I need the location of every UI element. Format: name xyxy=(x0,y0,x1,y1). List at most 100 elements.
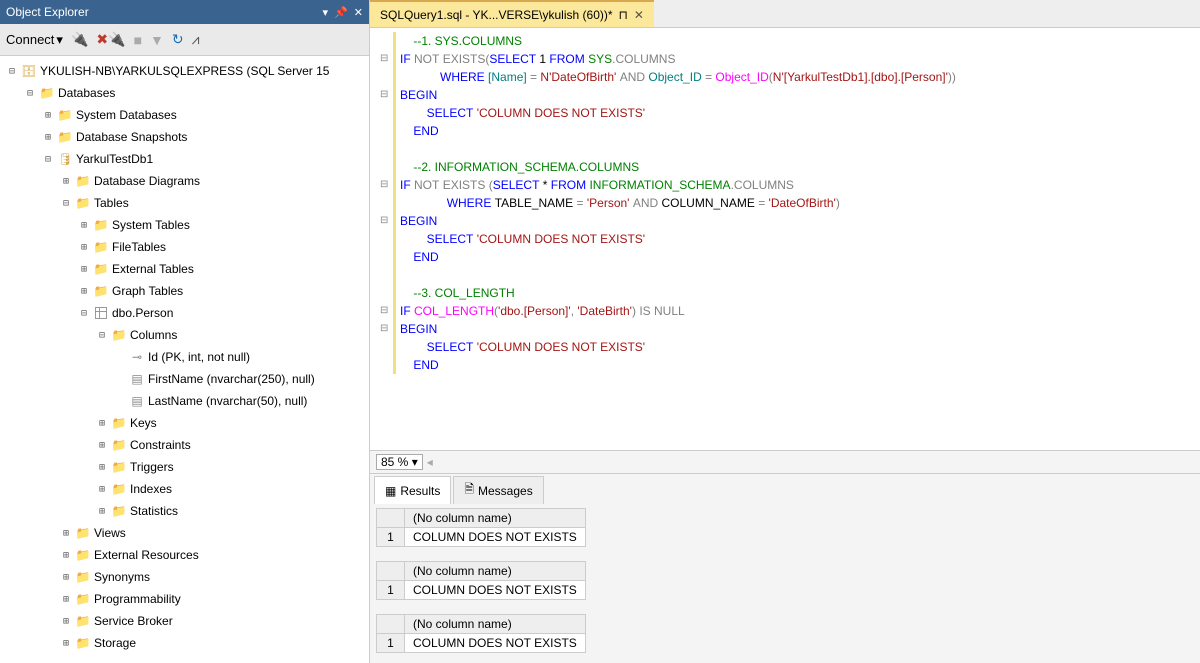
views-node[interactable]: ⊞📁Views xyxy=(2,522,367,544)
column-id-node[interactable]: ⊸Id (PK, int, not null) xyxy=(2,346,367,368)
filter-icon[interactable]: ▼ xyxy=(150,32,164,48)
stop-icon[interactable]: ■ xyxy=(134,32,142,48)
server-icon: 🗄 xyxy=(21,63,37,79)
table-person-node[interactable]: ⊟dbo.Person xyxy=(2,302,367,324)
key-icon: ⊸ xyxy=(129,349,145,365)
folder-icon: 📁 xyxy=(111,327,127,343)
external-resources-node[interactable]: ⊞📁External Resources xyxy=(2,544,367,566)
panel-header: Object Explorer ▾ 📌 ✕ xyxy=(0,0,369,24)
connect-plug-icon[interactable]: 🔌 xyxy=(71,31,88,48)
cell-value[interactable]: COLUMN DOES NOT EXISTS xyxy=(405,581,586,600)
tab-label: SQLQuery1.sql - YK...VERSE\ykulish (60))… xyxy=(380,8,613,22)
table-icon xyxy=(93,305,109,321)
columns-node[interactable]: ⊟📁Columns xyxy=(2,324,367,346)
constraints-node[interactable]: ⊞📁Constraints xyxy=(2,434,367,456)
tab-sqlquery[interactable]: SQLQuery1.sql - YK...VERSE\ykulish (60))… xyxy=(370,0,654,27)
column-lastname-node[interactable]: ▤LastName (nvarchar(50), null) xyxy=(2,390,367,412)
folder-icon: 📁 xyxy=(93,217,109,233)
zoom-bar: 85 % ▾ ◂ xyxy=(370,450,1200,474)
statistics-node[interactable]: ⊞📁Statistics xyxy=(2,500,367,522)
column-icon: ▤ xyxy=(129,393,145,409)
database-snapshots-node[interactable]: ⊞📁Database Snapshots xyxy=(2,126,367,148)
storage-node[interactable]: ⊞📁Storage xyxy=(2,632,367,654)
column-header[interactable]: (No column name) xyxy=(405,615,586,634)
folder-icon: 📁 xyxy=(75,569,91,585)
column-icon: ▤ xyxy=(129,371,145,387)
object-tree[interactable]: ⊟🗄YKULISH-NB\YARKULSQLEXPRESS (SQL Serve… xyxy=(0,56,369,663)
close-panel-icon[interactable]: ✕ xyxy=(354,6,363,19)
databases-node[interactable]: ⊟📁Databases xyxy=(2,82,367,104)
folder-icon: 📁 xyxy=(75,525,91,541)
server-node[interactable]: ⊟🗄YKULISH-NB\YARKULSQLEXPRESS (SQL Serve… xyxy=(2,60,367,82)
tab-close-icon[interactable]: ✕ xyxy=(634,8,644,22)
folder-icon: 📁 xyxy=(111,437,127,453)
system-databases-node[interactable]: ⊞📁System Databases xyxy=(2,104,367,126)
result-block: (No column name) 1COLUMN DOES NOT EXISTS xyxy=(370,557,1200,610)
refresh-icon[interactable]: ↻ xyxy=(172,31,184,48)
cell-value[interactable]: COLUMN DOES NOT EXISTS xyxy=(405,634,586,653)
tab-bar: SQLQuery1.sql - YK...VERSE\ykulish (60))… xyxy=(370,0,1200,28)
programmability-node[interactable]: ⊞📁Programmability xyxy=(2,588,367,610)
connect-button[interactable]: Connect ▾ xyxy=(6,32,63,48)
column-firstname-node[interactable]: ▤FirstName (nvarchar(250), null) xyxy=(2,368,367,390)
keys-node[interactable]: ⊞📁Keys xyxy=(2,412,367,434)
editor-panel: SQLQuery1.sql - YK...VERSE\ykulish (60))… xyxy=(370,0,1200,663)
folder-icon: 📁 xyxy=(75,591,91,607)
folder-icon: 📁 xyxy=(57,129,73,145)
table-row: 1COLUMN DOES NOT EXISTS xyxy=(377,581,586,600)
dropdown-icon[interactable]: ▾ xyxy=(323,6,329,19)
column-header[interactable]: (No column name) xyxy=(405,509,586,528)
external-tables-node[interactable]: ⊞📁External Tables xyxy=(2,258,367,280)
database-node[interactable]: ⊟🛢YarkulTestDb1 xyxy=(2,148,367,170)
folder-icon: 📁 xyxy=(111,459,127,475)
results-area: (No column name) 1COLUMN DOES NOT EXISTS… xyxy=(370,504,1200,663)
result-table[interactable]: (No column name) 1COLUMN DOES NOT EXISTS xyxy=(376,508,586,547)
folder-icon: 📁 xyxy=(39,85,55,101)
result-table[interactable]: (No column name) 1COLUMN DOES NOT EXISTS xyxy=(376,561,586,600)
table-row: 1COLUMN DOES NOT EXISTS xyxy=(377,528,586,547)
sql-editor[interactable]: --1. SYS.COLUMNS IF NOT EXISTS(SELECT 1 … xyxy=(370,28,1200,450)
result-tabs: ▦Results 🗎Messages xyxy=(370,474,1200,504)
tab-results[interactable]: ▦Results xyxy=(374,476,451,504)
database-icon: 🛢 xyxy=(57,151,73,167)
system-tables-node[interactable]: ⊞📁System Tables xyxy=(2,214,367,236)
graph-tables-node[interactable]: ⊞📁Graph Tables xyxy=(2,280,367,302)
disconnect-icon[interactable]: ✖🔌 xyxy=(96,31,125,48)
column-header[interactable]: (No column name) xyxy=(405,562,586,581)
triggers-node[interactable]: ⊞📁Triggers xyxy=(2,456,367,478)
result-block: (No column name) 1COLUMN DOES NOT EXISTS xyxy=(370,610,1200,663)
folder-icon: 📁 xyxy=(111,503,127,519)
synonyms-node[interactable]: ⊞📁Synonyms xyxy=(2,566,367,588)
message-icon: 🗎 xyxy=(464,480,474,501)
folder-icon: 📁 xyxy=(75,635,91,651)
folder-icon: 📁 xyxy=(75,195,91,211)
zoom-select[interactable]: 85 % ▾ xyxy=(376,454,423,470)
grid-icon: ▦ xyxy=(385,484,396,498)
folder-icon: 📁 xyxy=(75,613,91,629)
cell-value[interactable]: COLUMN DOES NOT EXISTS xyxy=(405,528,586,547)
folder-icon: 📁 xyxy=(111,481,127,497)
file-tables-node[interactable]: ⊞📁FileTables xyxy=(2,236,367,258)
object-explorer-panel: Object Explorer ▾ 📌 ✕ Connect ▾ 🔌 ✖🔌 ■ ▼… xyxy=(0,0,370,663)
tab-pin-icon[interactable]: ⊓ xyxy=(619,8,628,22)
folder-icon: 📁 xyxy=(57,107,73,123)
activity-icon[interactable]: ⩘ xyxy=(192,31,200,48)
panel-title: Object Explorer xyxy=(6,5,89,19)
scroll-left-icon[interactable]: ◂ xyxy=(427,455,433,469)
service-broker-node[interactable]: ⊞📁Service Broker xyxy=(2,610,367,632)
indexes-node[interactable]: ⊞📁Indexes xyxy=(2,478,367,500)
folder-icon: 📁 xyxy=(93,239,109,255)
result-table[interactable]: (No column name) 1COLUMN DOES NOT EXISTS xyxy=(376,614,586,653)
folder-icon: 📁 xyxy=(75,547,91,563)
folder-icon: 📁 xyxy=(75,173,91,189)
folder-icon: 📁 xyxy=(93,283,109,299)
folder-icon: 📁 xyxy=(93,261,109,277)
pin-icon[interactable]: 📌 xyxy=(334,6,348,19)
folder-icon: 📁 xyxy=(111,415,127,431)
table-row: 1COLUMN DOES NOT EXISTS xyxy=(377,634,586,653)
result-block: (No column name) 1COLUMN DOES NOT EXISTS xyxy=(370,504,1200,557)
tab-messages[interactable]: 🗎Messages xyxy=(453,476,543,504)
database-diagrams-node[interactable]: ⊞📁Database Diagrams xyxy=(2,170,367,192)
connect-toolbar: Connect ▾ 🔌 ✖🔌 ■ ▼ ↻ ⩘ xyxy=(0,24,369,56)
tables-node[interactable]: ⊟📁Tables xyxy=(2,192,367,214)
